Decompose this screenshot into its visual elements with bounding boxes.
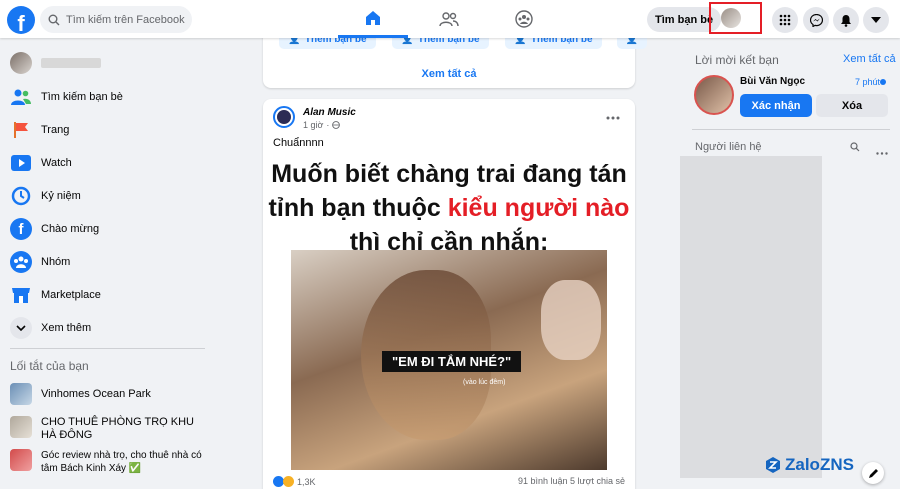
tab-groups[interactable] (489, 0, 559, 38)
contacts-title: Người liên hệ (695, 141, 762, 153)
avatar (721, 8, 741, 28)
post-author[interactable]: Alan Music (303, 107, 356, 118)
messenger-button[interactable] (803, 7, 829, 33)
reactions-summary[interactable]: 1,3K (273, 476, 316, 487)
friends-icon (439, 12, 459, 27)
see-all-requests-link[interactable]: Xem tất cả (843, 53, 896, 65)
delete-button[interactable]: Xóa (816, 94, 888, 117)
profile-link[interactable] (10, 52, 205, 74)
facebook-icon: f (10, 218, 32, 240)
flag-icon (10, 119, 32, 141)
requester-name[interactable]: Bùi Văn Ngọc (740, 76, 805, 87)
shortcut-item[interactable]: Góc review nhà trọ, cho thuê nhà có tâm … (10, 449, 205, 475)
post-image[interactable]: Muốn biết chàng trai đang tán tỉnh bạn t… (263, 152, 635, 470)
sidebar-item-groups[interactable]: Nhóm (10, 251, 205, 273)
sidebar-item-memories[interactable]: Kỷ niệm (10, 185, 205, 207)
post-stats[interactable]: 91 bình luận 5 lượt chia sẻ (518, 476, 625, 486)
grid-menu-icon (779, 14, 791, 26)
left-sidebar: Tìm kiếm bạn bè Trang Watch Kỷ niệm f Ch… (0, 38, 210, 489)
post-caption: Chuẩnnnn (273, 137, 324, 149)
caret-down-icon (871, 17, 881, 23)
shortcut-item[interactable]: Vinhomes Ocean Park (10, 383, 205, 405)
watch-icon (10, 152, 32, 174)
memories-icon (10, 185, 32, 207)
groups-icon (515, 10, 533, 28)
post-options-icon[interactable] (606, 109, 620, 123)
search-icon (48, 14, 60, 25)
post-card: Alan Music 1 giờ · Chuẩnnnn Muốn biết chà… (263, 99, 635, 489)
sidebar-item-watch[interactable]: Watch (10, 152, 205, 174)
post-meta: 1 giờ · (303, 120, 341, 130)
shortcut-thumbnail (10, 449, 32, 471)
profile-name (41, 58, 101, 68)
bell-icon (841, 14, 851, 27)
groups-icon (10, 251, 32, 273)
image-text-block: Muốn biết chàng trai đang tán tỉnh bạn t… (268, 160, 630, 256)
video-frame: "EM ĐI TẮM NHÉ?" (vào lúc đêm) (291, 250, 607, 470)
home-icon (366, 10, 380, 25)
shortcut-thumbnail (10, 383, 32, 405)
confirm-button[interactable]: Xác nhận (740, 94, 812, 117)
contacts-list-placeholder (680, 156, 822, 478)
haha-icon (283, 476, 294, 487)
shortcut-item[interactable]: CHO THUÊ PHÒNG TRỌ KHU HÀ ĐÔNG (10, 416, 205, 442)
friend-requests-title: Lời mời kết bạn (695, 53, 779, 67)
search-icon[interactable] (850, 141, 860, 155)
tab-home[interactable] (338, 0, 408, 38)
shortcut-thumbnail (10, 416, 32, 438)
divider (692, 129, 890, 130)
search-box[interactable] (40, 6, 192, 33)
tab-friends[interactable] (414, 0, 484, 38)
people-you-may-know-card: 👤 Thêm bạn bè 👤 Thêm bạn bè 👤 Thêm bạn bè 👤… (263, 30, 647, 88)
sidebar-item-see-more[interactable]: Xem thêm (10, 317, 205, 339)
request-time: 7 phút (855, 77, 881, 87)
messenger-icon (809, 13, 823, 27)
sidebar-item-marketplace[interactable]: Marketplace (10, 284, 205, 306)
right-sidebar: Lời mời kết bạn Xem tất cả Bùi Văn Ngọc … (680, 38, 900, 489)
globe-icon (332, 121, 341, 129)
notifications-button[interactable] (833, 7, 859, 33)
zalozns-watermark: ZaloZNS (764, 455, 854, 475)
unread-dot (880, 79, 886, 85)
video-subtitle: "EM ĐI TẮM NHÉ?" (382, 351, 522, 372)
profile-button[interactable] (709, 2, 762, 34)
sidebar-item-find-friends[interactable]: Tìm kiếm bạn bè (10, 86, 205, 108)
new-message-button[interactable] (862, 462, 884, 484)
contacts-options-icon[interactable] (876, 144, 888, 158)
zalozns-logo-icon (766, 457, 780, 473)
sidebar-item-welcome[interactable]: f Chào mừng (10, 218, 205, 240)
friends-icon (10, 86, 32, 108)
divider (10, 348, 205, 349)
see-all-link[interactable]: Xem tất cả (263, 68, 635, 80)
menu-button[interactable] (772, 7, 798, 33)
sidebar-item-pages[interactable]: Trang (10, 119, 205, 141)
search-input[interactable] (66, 13, 186, 26)
facebook-logo[interactable]: f (7, 6, 35, 34)
avatar[interactable] (694, 75, 734, 115)
marketplace-icon (10, 284, 32, 306)
account-button[interactable] (863, 7, 889, 33)
compose-icon (868, 468, 878, 478)
video-subtitle-note: (vào lúc đêm) (463, 379, 506, 386)
top-bar: f Tìm bạn bè (0, 0, 900, 38)
avatar[interactable] (273, 106, 295, 128)
chevron-down-icon (10, 317, 32, 339)
avatar (10, 52, 32, 74)
shortcuts-title: Lối tắt của bạn (10, 359, 89, 373)
